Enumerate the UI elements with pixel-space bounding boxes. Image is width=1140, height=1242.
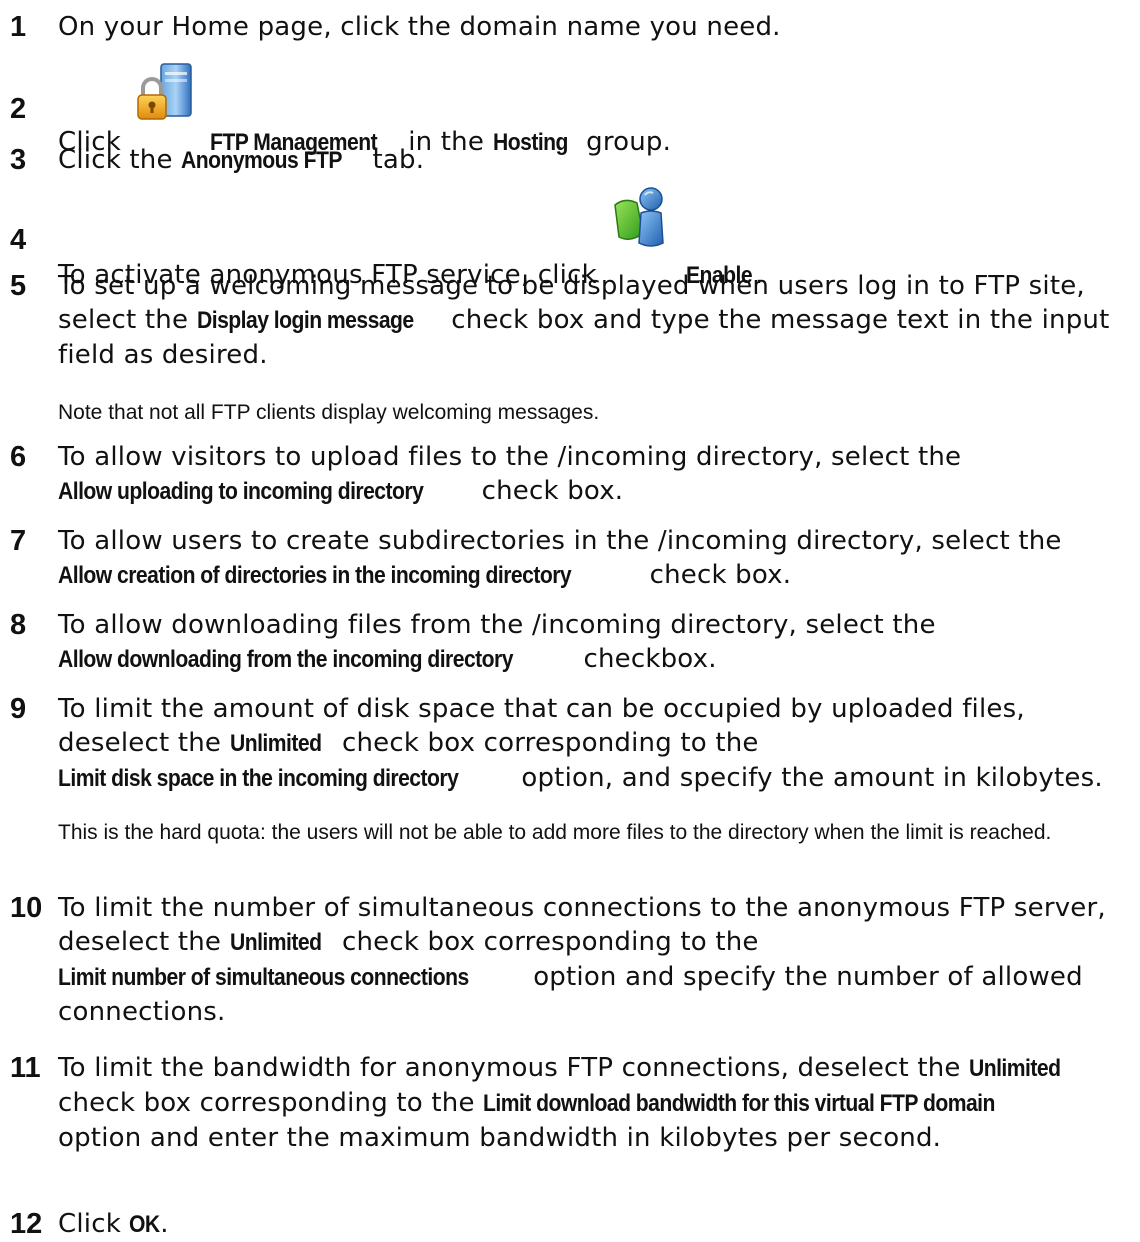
ui-label: Display login message <box>196 307 414 334</box>
ftp-management-icon <box>135 62 197 135</box>
step-number: 12 <box>10 1208 43 1240</box>
step-text: Click OK. <box>58 1207 1138 1242</box>
ui-label: Limit number of simultaneous connections <box>58 964 469 991</box>
ui-label: Allow uploading to incoming directory <box>58 478 424 505</box>
step-number: 5 <box>10 270 27 302</box>
enable-icon <box>611 185 673 260</box>
step-text: To activate anonymous FTP service, click <box>58 185 1138 290</box>
step-text: Click FTP Management in the Hosting grou… <box>58 62 1138 157</box>
step-text: To allow downloading files from the /inc… <box>58 608 1138 677</box>
ui-label: Unlimited <box>229 730 322 757</box>
ui-label: Allow downloading from the incoming dire… <box>58 646 514 673</box>
step-number: 4 <box>10 224 27 256</box>
step-text: To allow visitors to upload files to the… <box>58 440 1138 509</box>
step-number: 8 <box>10 609 27 641</box>
step-text: To limit the bandwidth for anonymous FTP… <box>58 1053 1061 1153</box>
step-text: To allow users to create subdirectories … <box>58 524 1138 593</box>
step-text: On your Home page, click the domain name… <box>58 12 781 42</box>
ui-label: Unlimited <box>229 929 322 956</box>
step-number: 6 <box>10 441 27 473</box>
step-number: 9 <box>10 693 27 725</box>
ui-label: Unlimited <box>969 1055 1061 1082</box>
step-number: 10 <box>10 892 43 924</box>
note: Note that not all FTP clients display we… <box>58 401 600 424</box>
step-number: 11 <box>10 1052 41 1084</box>
step-text: To limit the number of simultaneous conn… <box>58 893 1106 1027</box>
step-text: Click the Anonymous FTP tab. <box>58 143 1138 178</box>
step-number: 7 <box>10 525 27 557</box>
step-text: To set up a welcoming message to be disp… <box>58 271 1110 370</box>
step-number: 2 <box>10 93 27 125</box>
step-number: 1 <box>10 11 27 43</box>
ui-label: OK <box>129 1211 161 1238</box>
ui-label: Anonymous FTP <box>181 147 343 174</box>
note: This is the hard quota: the users will n… <box>58 821 1052 844</box>
ui-label: Limit disk space in the incoming directo… <box>58 765 459 792</box>
step-text: To limit the amount of disk space that c… <box>58 692 1138 796</box>
step-number: 3 <box>10 144 27 176</box>
ui-label: Limit download bandwidth for this virtua… <box>483 1090 996 1117</box>
ui-label: Allow creation of directories in the inc… <box>58 562 572 589</box>
